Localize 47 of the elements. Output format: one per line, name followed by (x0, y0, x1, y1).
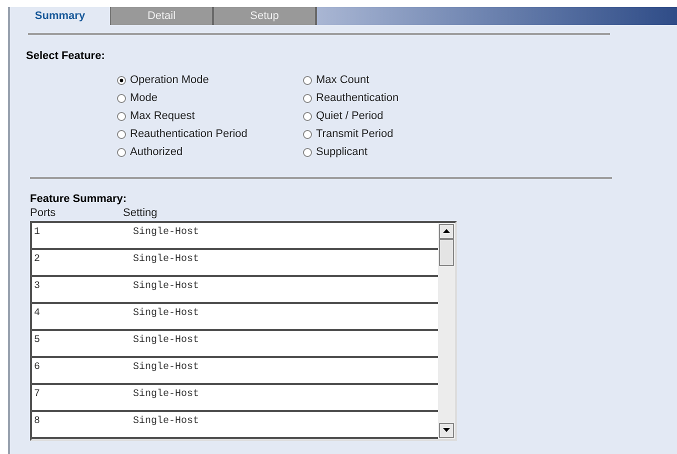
radio-button[interactable] (117, 148, 126, 156)
table-cell-text: Single-Host (133, 306, 200, 318)
radio-button[interactable] (303, 112, 312, 120)
radio-button[interactable] (117, 112, 126, 120)
table-cell-text: Single-Host (133, 280, 200, 292)
radio-button[interactable] (303, 94, 312, 102)
table-cell-text: 5 (33, 334, 42, 346)
option-label: Mode (130, 90, 158, 106)
option-label: Authorized (130, 144, 183, 160)
option-label: Operation Mode (130, 72, 209, 88)
table-cell-text: 3 (33, 280, 42, 292)
scroll-thumb[interactable] (439, 238, 454, 266)
radio-button[interactable] (303, 76, 312, 84)
option-label: Max Request (130, 108, 195, 124)
table-cell-text: Single-Host (133, 334, 200, 346)
table-cell-text: Single-Host (133, 252, 200, 264)
table-cell-text: 6 (33, 360, 42, 372)
table-cell-text: 1 (33, 226, 42, 238)
radio-button[interactable] (303, 148, 312, 156)
radio-button[interactable] (117, 130, 126, 138)
scroll-down-button[interactable] (439, 422, 454, 438)
table-cell-text: 2 (33, 252, 42, 264)
column-header: Setting (123, 206, 158, 220)
option-label: Quiet / Period (316, 108, 384, 124)
option-label: Transmit Period (316, 126, 394, 142)
table-cell-text: 8 (33, 414, 42, 426)
table-cell-text: Single-Host (133, 226, 200, 238)
option-label: Reauthentication Period (130, 126, 248, 142)
column-header: Ports (30, 206, 57, 220)
table-cell-text: Single-Host (133, 414, 200, 426)
table-cell-text: Single-Host (133, 388, 200, 400)
list-box[interactable]: 1 Single-Host 2 Single-Host 3 Single-Host 4 Single-Host 5 Single-Host 6 Single-Host 7 Single-Host 8 Single-Host (30, 220, 457, 440)
section-title: Feature Summary: (30, 192, 128, 206)
table-cell-text: Single-Host (133, 360, 200, 372)
section-title: Select Feature: (26, 49, 106, 64)
scroll-up-button[interactable] (439, 224, 454, 238)
option-label: Reauthentication (316, 90, 399, 106)
down-arrow-icon (443, 428, 450, 432)
table-cell-text: 4 (33, 306, 42, 318)
up-arrow-icon (443, 229, 450, 233)
option-label: Supplicant (316, 144, 368, 160)
radio-button[interactable] (117, 76, 126, 84)
table-cell-text: 7 (33, 388, 42, 400)
radio-button[interactable] (117, 94, 126, 102)
option-label: Max Count (316, 72, 370, 88)
scrollbar[interactable] (438, 222, 455, 438)
radio-button[interactable] (303, 130, 312, 138)
